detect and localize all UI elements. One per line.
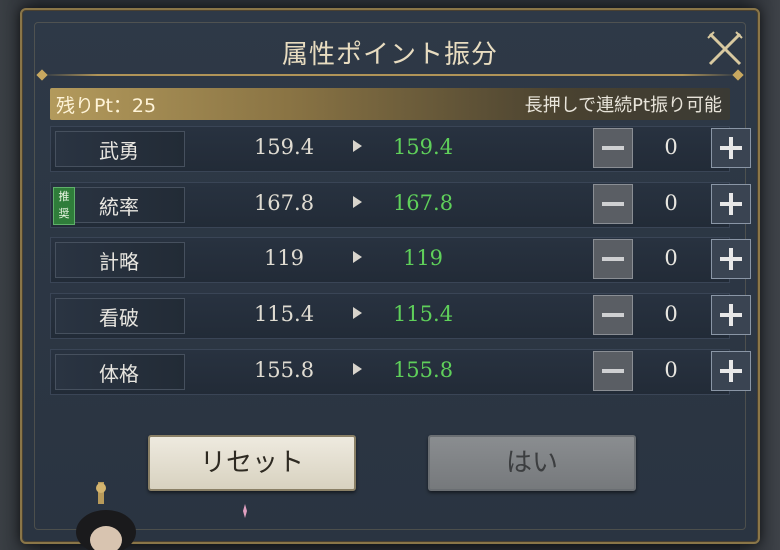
stat-current-value: 167.8 [253, 190, 315, 215]
stat-new-value: 115.4 [392, 302, 454, 327]
stat-name: 武勇 [99, 139, 139, 163]
increase-button[interactable] [711, 239, 751, 280]
arrow-right-icon [353, 307, 362, 320]
stat-row-kanpa: 看破 115.4 115.4 0 [50, 293, 751, 340]
stat-row-taikaku: 体格 155.8 155.8 0 [50, 348, 751, 395]
arrow-right-icon [353, 362, 362, 375]
allocated-points: 0 [664, 246, 678, 271]
confirm-button[interactable]: はい [428, 435, 636, 491]
character-portrait [76, 482, 136, 550]
stat-row-keiryaku: 計略 119 119 0 [50, 237, 751, 284]
stat-name: 体格 [99, 361, 139, 386]
stat-new-value: 159.4 [392, 135, 454, 159]
decrease-button[interactable] [593, 239, 633, 280]
stat-row-tosotsu: 推奨 統率 167.8 167.8 0 [50, 181, 751, 228]
title-divider [42, 74, 738, 76]
attribute-allocation-dialog: 属性ポイント振分 残りPt：25 長押しで連続Pt振り可能 武勇 159.4 1… [20, 8, 760, 544]
long-press-hint: 長押しで連続Pt振り可能 [524, 95, 722, 116]
arrow-right-icon [353, 251, 362, 264]
decrease-button[interactable] [593, 295, 633, 336]
allocated-points: 0 [664, 302, 678, 327]
stat-name: 統率 [99, 194, 139, 219]
increase-button[interactable] [711, 128, 751, 168]
stat-name: 計略 [99, 250, 139, 275]
decrease-button[interactable] [593, 350, 633, 391]
allocated-points: 0 [664, 190, 678, 215]
stat-row-buyu: 武勇 159.4 159.4 0 [50, 126, 751, 172]
stat-new-value: 119 [402, 246, 444, 271]
stat-current-value: 115.4 [253, 302, 315, 327]
arrow-right-icon [353, 195, 362, 208]
increase-button[interactable] [711, 183, 751, 224]
remaining-points-label: 残りPt：25 [56, 95, 157, 117]
decrease-button[interactable] [593, 183, 633, 224]
stat-new-value: 167.8 [392, 190, 454, 215]
stat-rows: 武勇 159.4 159.4 0 推奨 統率 167.8 167.8 0 計略 … [50, 126, 751, 404]
reset-button[interactable]: リセット [148, 435, 356, 491]
divider-diamond-icon [36, 69, 48, 81]
arrow-right-icon [353, 140, 362, 152]
stat-current-value: 159.4 [253, 135, 315, 159]
stat-current-value: 155.8 [253, 357, 315, 382]
dialog-title: 属性ポイント振分 [281, 40, 498, 70]
sparkle-icon [243, 504, 247, 518]
stat-current-value: 119 [263, 246, 305, 271]
increase-button[interactable] [711, 350, 751, 391]
divider-diamond-icon [732, 69, 744, 81]
stat-name: 看破 [99, 306, 139, 331]
increase-button[interactable] [711, 295, 751, 336]
remaining-points-bar: 残りPt：25 長押しで連続Pt振り可能 [50, 88, 730, 120]
close-button[interactable] [704, 28, 746, 70]
allocated-points: 0 [664, 135, 678, 159]
allocated-points: 0 [664, 357, 678, 382]
stat-new-value: 155.8 [392, 357, 454, 382]
decrease-button[interactable] [593, 128, 633, 168]
crossed-swords-close-icon [707, 31, 743, 66]
